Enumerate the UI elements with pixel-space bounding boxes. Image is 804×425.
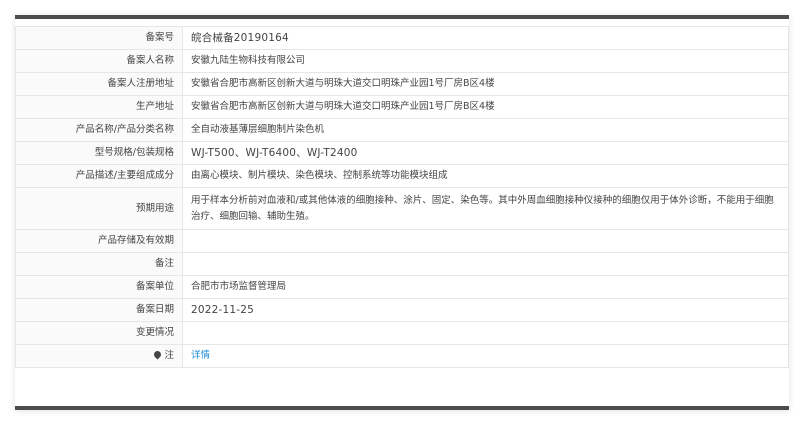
value-remarks	[182, 252, 789, 276]
record-table: 备案号 皖合械备20190164 备案人名称 安徽九陆生物科技有限公司 备案人注…	[15, 26, 789, 368]
label-registrant-name: 备案人名称	[15, 49, 183, 73]
table-row: 生产地址 安徽省合肥市高新区创新大道与明珠大道交口明珠产业园1号厂房B区4楼	[15, 95, 789, 119]
label-filing-date: 备案日期	[15, 298, 183, 322]
value-record-number: 皖合械备20190164	[182, 26, 789, 50]
table-row: 备案单位 合肥市市场监督管理局	[15, 275, 789, 299]
label-remarks: 备注	[15, 252, 183, 276]
table-row: 备案日期 2022-11-25	[15, 298, 789, 322]
label-note-text: 注	[164, 350, 174, 361]
table-row: 产品描述/主要组成成分 由离心模块、制片模块、染色模块、控制系统等功能模块组成	[15, 164, 789, 188]
table-row: 预期用途 用于样本分析前对血液和/或其他体液的细胞接种、涂片、固定、染色等。其中…	[15, 187, 789, 230]
value-intended-use: 用于样本分析前对血液和/或其他体液的细胞接种、涂片、固定、染色等。其中外周血细胞…	[182, 187, 789, 230]
label-product-name: 产品名称/产品分类名称	[15, 118, 183, 142]
value-note: 详情	[182, 344, 789, 368]
label-intended-use: 预期用途	[15, 187, 183, 230]
value-production-address: 安徽省合肥市高新区创新大道与明珠大道交口明珠产业园1号厂房B区4楼	[182, 95, 789, 119]
value-filing-authority: 合肥市市场监督管理局	[182, 275, 789, 299]
pin-icon	[153, 349, 163, 360]
label-product-description: 产品描述/主要组成成分	[15, 164, 183, 188]
label-note: 注	[15, 344, 183, 368]
record-panel: 备案号 皖合械备20190164 备案人名称 安徽九陆生物科技有限公司 备案人注…	[15, 15, 789, 410]
value-registered-address: 安徽省合肥市高新区创新大道与明珠大道交口明珠产业园1号厂房B区4楼	[182, 72, 789, 96]
table-row: 备案人名称 安徽九陆生物科技有限公司	[15, 49, 789, 73]
label-record-number: 备案号	[15, 26, 183, 50]
table-row: 备案号 皖合械备20190164	[15, 26, 789, 50]
value-product-description: 由离心模块、制片模块、染色模块、控制系统等功能模块组成	[182, 164, 789, 188]
table-row: 型号规格/包装规格 WJ-T500、WJ-T6400、WJ-T2400	[15, 141, 789, 165]
bottom-divider	[15, 406, 789, 410]
value-model-spec: WJ-T500、WJ-T6400、WJ-T2400	[182, 141, 789, 165]
table-row: 注 详情	[15, 344, 789, 368]
value-registrant-name: 安徽九陆生物科技有限公司	[182, 49, 789, 73]
value-storage-validity	[182, 229, 789, 253]
label-model-spec: 型号规格/包装规格	[15, 141, 183, 165]
table-row: 变更情况	[15, 321, 789, 345]
value-product-name: 全自动液基薄层细胞制片染色机	[182, 118, 789, 142]
table-row: 产品存储及有效期	[15, 229, 789, 253]
label-change-status: 变更情况	[15, 321, 183, 345]
label-storage-validity: 产品存储及有效期	[15, 229, 183, 253]
details-link[interactable]: 详情	[191, 350, 210, 361]
top-divider	[15, 15, 789, 19]
label-production-address: 生产地址	[15, 95, 183, 119]
table-row: 产品名称/产品分类名称 全自动液基薄层细胞制片染色机	[15, 118, 789, 142]
value-filing-date: 2022-11-25	[182, 298, 789, 322]
table-row: 备案人注册地址 安徽省合肥市高新区创新大道与明珠大道交口明珠产业园1号厂房B区4…	[15, 72, 789, 96]
label-filing-authority: 备案单位	[15, 275, 183, 299]
label-registered-address: 备案人注册地址	[15, 72, 183, 96]
table-row: 备注	[15, 252, 789, 276]
value-change-status	[182, 321, 789, 345]
